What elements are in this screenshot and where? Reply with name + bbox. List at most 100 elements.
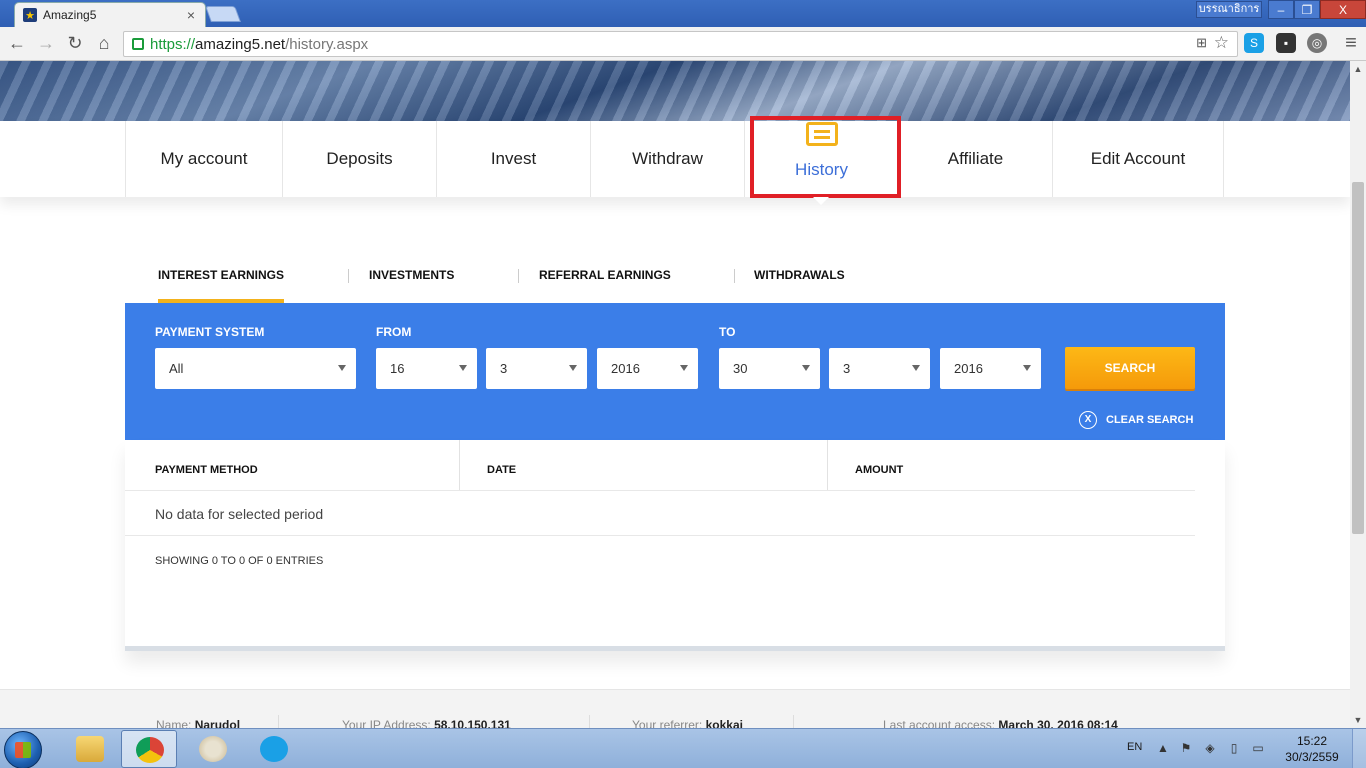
scroll-down-arrow-icon[interactable]: ▼ [1350,712,1366,728]
to-day-select[interactable]: 30 [719,348,820,389]
media-extension-icon[interactable]: ◎ [1307,33,1327,53]
footer-divider [793,715,794,728]
network-icon[interactable]: ◈ [1203,741,1217,755]
windows-user-label: บรรณาธิการ [1196,1,1262,18]
bookmark-star-icon[interactable]: ☆ [1214,33,1229,53]
power-icon[interactable]: ▭ [1251,741,1265,755]
column-header-payment-method[interactable]: PAYMENT METHOD [155,440,258,491]
back-icon[interactable]: ← [6,32,28,54]
menu-item-label: Invest [490,149,537,168]
restore-button[interactable]: ❐ [1294,0,1320,19]
tab-title: Amazing5 [43,8,97,22]
column-header-amount[interactable]: AMOUNT [855,440,903,491]
language-indicator[interactable]: EN [1127,741,1142,753]
clock-time: 15:22 [1296,734,1328,748]
from-year-select[interactable]: 2016 [597,348,698,389]
footer-referrer: Your referrer: kokkai [632,718,743,728]
lock-icon [132,38,144,50]
reload-icon[interactable]: ↻ [64,32,86,54]
active-menu-caret [813,197,829,205]
minimize-button[interactable]: – [1268,0,1294,19]
menu-item-my-account[interactable]: My account [125,121,282,197]
skype-icon [260,736,288,762]
start-button[interactable] [4,731,42,768]
footer-last-access-value: March 30, 2016 08:14 [998,718,1118,728]
menu-item-affiliate[interactable]: Affiliate [898,121,1052,197]
from-label: FROM [376,325,412,339]
column-divider [827,440,828,491]
column-header-date[interactable]: DATE [487,440,516,491]
chrome-menu-icon[interactable]: ≡ [1340,32,1362,54]
taskbar-chrome[interactable] [121,730,177,768]
column-divider [459,440,460,491]
page-content: My account Deposits Invest Withdraw Hist… [0,61,1350,728]
folder-icon [76,736,104,762]
empty-table-message: No data for selected period [155,506,324,522]
taskbar-skype[interactable] [246,730,302,768]
to-year-value: 2016 [954,361,983,376]
show-desktop-button[interactable] [1352,729,1366,768]
to-year-select[interactable]: 2016 [940,348,1041,389]
mountain-header-banner [0,61,1350,121]
chevron-down-icon [459,365,467,371]
menu-item-withdraw[interactable]: Withdraw [590,121,744,197]
action-center-flag-icon[interactable]: ⚑ [1179,741,1193,755]
payment-system-label: PAYMENT SYSTEM [155,325,265,339]
subtab-referral-earnings[interactable]: REFERRAL EARNINGS [539,261,671,303]
scroll-up-arrow-icon[interactable]: ▲ [1350,61,1366,77]
from-day-select[interactable]: 16 [376,348,477,389]
show-hidden-icons-icon[interactable]: ▲ [1156,741,1170,755]
menu-item-label: Affiliate [947,149,1004,168]
footer-divider [278,715,279,728]
menu-item-label: My account [160,149,248,168]
device-icon[interactable]: ▯ [1227,741,1241,755]
subtab-divider [734,269,735,283]
history-highlight-box [750,116,901,198]
home-icon[interactable]: ⌂ [93,32,115,54]
url-host: amazing5.net [195,35,286,53]
menu-item-edit-account[interactable]: Edit Account [1052,121,1224,197]
from-month-select[interactable]: 3 [486,348,587,389]
from-day-value: 16 [390,361,405,376]
browser-tab[interactable]: ★ Amazing5 × [14,2,206,27]
browser-toolbar: ← → ↻ ⌂ https:// amazing5.net /history.a… [0,27,1366,61]
system-clock[interactable]: 15:22 30/3/2559 [1280,733,1344,765]
to-day-value: 30 [733,361,748,376]
footer-name: Name: Narudol [156,718,240,728]
address-bar[interactable]: https:// amazing5.net /history.aspx ⊞ ☆ [123,31,1238,57]
chrome-icon [136,737,164,763]
new-tab-button[interactable] [205,6,241,22]
to-month-select[interactable]: 3 [829,348,930,389]
close-window-button[interactable]: X [1320,0,1366,19]
menu-item-deposits[interactable]: Deposits [282,121,436,197]
forward-icon[interactable]: → [35,32,57,54]
search-button[interactable]: SEARCH [1065,347,1195,389]
translate-icon[interactable]: ⊞ [1196,35,1207,51]
footer-referrer-value: kokkai [705,718,743,728]
reader-extension-icon[interactable]: ▪ [1276,33,1296,53]
menu-item-invest[interactable]: Invest [436,121,590,197]
menu-item-label: Withdraw [632,149,703,168]
subtab-investments[interactable]: INVESTMENTS [369,261,454,303]
scroll-thumb[interactable] [1352,182,1364,534]
chevron-down-icon [1023,365,1031,371]
payment-system-select[interactable]: All [155,348,356,389]
subtab-divider [348,269,349,283]
page-scrollbar[interactable]: ▲ ▼ [1350,61,1366,728]
taskbar-paint[interactable] [185,730,241,768]
clear-search-button[interactable]: X CLEAR SEARCH [1079,411,1193,429]
skype-extension-icon[interactable]: S [1244,33,1264,53]
filter-panel: PAYMENT SYSTEM All FROM 16 3 2016 TO 30 … [125,303,1225,440]
paint-palette-icon [199,736,227,762]
tab-close-icon[interactable]: × [187,7,195,23]
to-month-value: 3 [843,361,851,376]
to-label: TO [719,325,736,339]
account-menu: My account Deposits Invest Withdraw Hist… [0,121,1350,197]
footer-last-access: Last account access: March 30, 2016 08:1… [883,718,1118,728]
from-year-value: 2016 [611,361,640,376]
subtab-withdrawals[interactable]: WITHDRAWALS [754,261,845,303]
entries-count: SHOWING 0 TO 0 OF 0 ENTRIES [155,555,324,567]
taskbar-explorer[interactable] [62,730,118,768]
subtab-interest-earnings[interactable]: INTEREST EARNINGS [158,261,284,303]
chevron-down-icon [680,365,688,371]
